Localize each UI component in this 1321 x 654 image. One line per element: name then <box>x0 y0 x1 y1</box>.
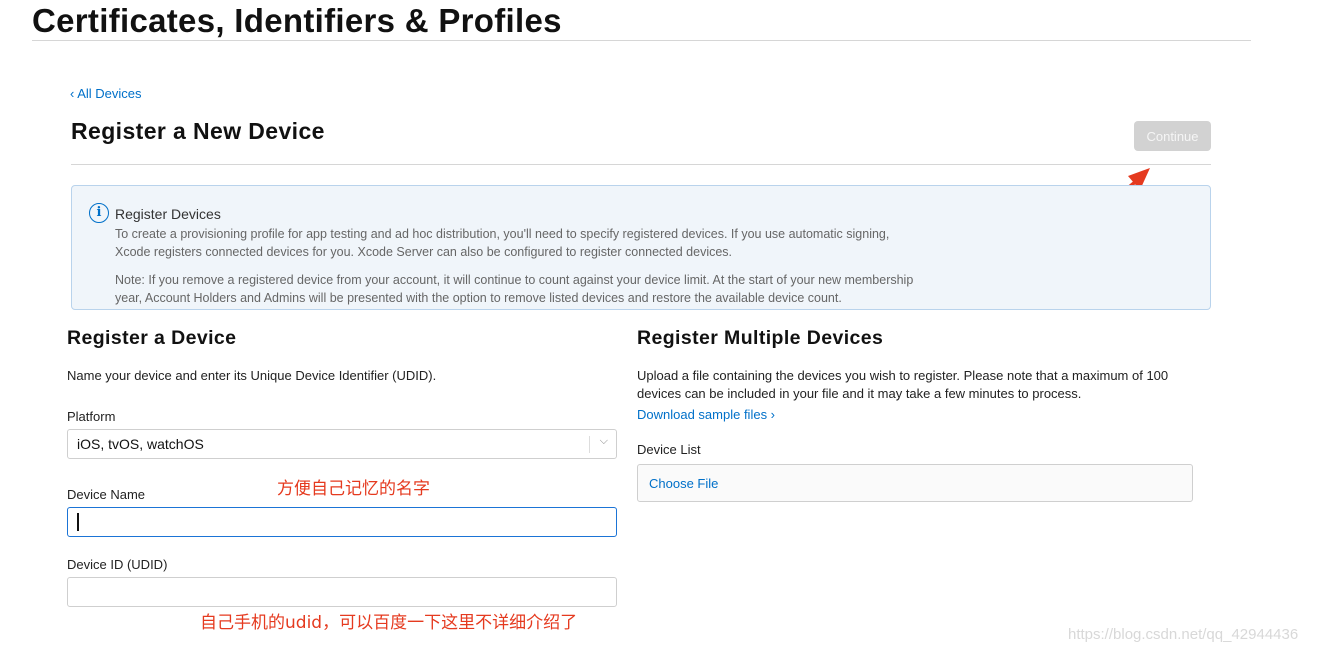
chevron-down-icon: ⌵ <box>599 435 608 447</box>
title-divider <box>32 40 1251 41</box>
select-divider <box>589 436 590 453</box>
register-device-description: Name your device and enter its Unique De… <box>67 368 437 383</box>
header-divider <box>71 164 1211 165</box>
platform-label: Platform <box>67 409 116 424</box>
platform-select[interactable]: iOS, tvOS, watchOS ⌵ <box>67 429 617 459</box>
info-title: Register Devices <box>115 206 221 222</box>
choose-file-button[interactable]: Choose File <box>649 476 718 491</box>
register-device-heading: Register a Device <box>67 327 237 349</box>
platform-value: iOS, tvOS, watchOS <box>77 436 204 452</box>
all-devices-link[interactable]: ‹ All Devices <box>70 86 142 101</box>
info-paragraph: To create a provisioning profile for app… <box>115 227 890 259</box>
download-sample-link[interactable]: Download sample files › <box>637 407 775 422</box>
device-name-label: Device Name <box>67 487 146 502</box>
info-note: Note: If you remove a registered device … <box>115 273 914 305</box>
info-icon: i <box>89 203 109 223</box>
text-caret <box>77 513 79 531</box>
udid-annotation: 自己手机的udid，可以百度一下这里不详细介绍了 <box>200 613 578 633</box>
watermark: https://blog.csdn.net/qq_42944436 <box>1068 626 1299 643</box>
device-list-file-input[interactable]: Choose File <box>637 464 1193 502</box>
device-id-input[interactable] <box>67 577 617 607</box>
device-id-label: Device ID (UDID) <box>67 557 168 572</box>
page-title: Certificates, Identifiers & Profiles <box>32 2 562 39</box>
device-name-input[interactable] <box>67 507 617 537</box>
register-devices-info-box: i Register Devices To create a provision… <box>71 185 1211 310</box>
register-new-device-heading: Register a New Device <box>71 118 325 144</box>
register-multiple-heading: Register Multiple Devices <box>637 327 884 349</box>
register-multiple-description: Upload a file containing the devices you… <box>637 368 1169 401</box>
device-name-annotation: 方便自己记忆的名字 <box>277 479 430 499</box>
continue-button[interactable]: Continue <box>1134 121 1211 151</box>
device-list-label: Device List <box>637 442 701 457</box>
